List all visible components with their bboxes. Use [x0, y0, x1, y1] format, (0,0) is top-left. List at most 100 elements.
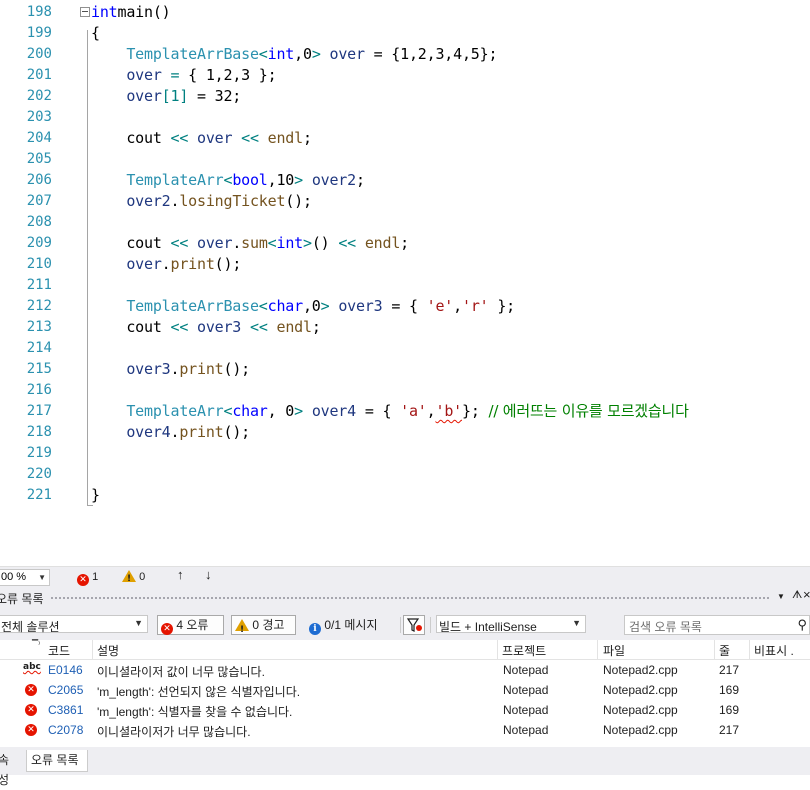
- code-token: .: [161, 255, 171, 273]
- next-issue-button[interactable]: ↓: [205, 568, 212, 582]
- tab-error-list[interactable]: 오류 목록: [26, 750, 88, 772]
- code-token: .: [170, 360, 180, 378]
- column-header-line[interactable]: 줄: [719, 642, 730, 659]
- code-line[interactable]: 199 {: [0, 23, 810, 44]
- line-number: 205: [26, 151, 52, 167]
- code-line[interactable]: 213 cout << over3 << endl;: [0, 317, 810, 338]
- code-line[interactable]: 202 over[1] = 32;: [0, 86, 810, 107]
- code-line[interactable]: 198 intmain(): [0, 2, 810, 23]
- table-row[interactable]: ✕ C2078 이니셜라이저가 너무 많습니다. Notepad Notepad2.cp…: [0, 720, 810, 740]
- column-header-project[interactable]: 프로젝트: [502, 642, 546, 659]
- code-token: ;: [400, 234, 410, 252]
- code-token: {: [91, 24, 100, 42]
- column-divider[interactable]: [714, 640, 715, 659]
- code-line[interactable]: 203: [0, 107, 810, 128]
- code-token: over: [126, 87, 162, 105]
- error-code-link[interactable]: E0146: [48, 663, 83, 677]
- column-divider[interactable]: [597, 640, 598, 659]
- code-editor[interactable]: 198 intmain() 199{200 TemplateArrBase<int,…: [0, 0, 810, 566]
- code-text: over3.print();: [91, 359, 250, 380]
- code-line[interactable]: 214: [0, 338, 810, 359]
- table-header: ▔⁾ 코드 설명 프로젝트 파일 줄 비표시 .: [0, 640, 810, 660]
- column-header-suppression[interactable]: 비표시 .: [754, 642, 794, 659]
- code-text: TemplateArr<char, 0> over4 = { 'a','b'};…: [91, 401, 689, 422]
- code-line[interactable]: 206 TemplateArr<bool,10> over2;: [0, 170, 810, 191]
- error-code-link[interactable]: C2065: [48, 683, 83, 697]
- code-text: TemplateArr<bool,10> over2;: [91, 170, 365, 191]
- code-line[interactable]: 212 TemplateArrBase<char,0> over3 = { 'e…: [0, 296, 810, 317]
- code-line[interactable]: 220: [0, 464, 810, 485]
- code-line[interactable]: 209 cout << over.sum<int>() << endl;: [0, 233, 810, 254]
- error-file: Notepad2.cpp: [603, 683, 678, 697]
- error-project: Notepad: [503, 663, 549, 677]
- code-line[interactable]: 221}: [0, 485, 810, 506]
- code-line[interactable]: 207 over2.losingTicket();: [0, 191, 810, 212]
- code-line[interactable]: 215 over3.print();: [0, 359, 810, 380]
- code-token: over: [126, 66, 162, 84]
- window-menu-icon[interactable]: ▼: [777, 592, 785, 601]
- code-token: endl: [356, 234, 401, 252]
- code-line[interactable]: 210 over.print();: [0, 254, 810, 275]
- drag-grip[interactable]: [50, 596, 770, 600]
- pin-icon[interactable]: ᗑ: [792, 589, 802, 602]
- code-line[interactable]: 201 over = { 1,2,3 };: [0, 65, 810, 86]
- column-divider[interactable]: [497, 640, 498, 659]
- code-token: over4: [302, 402, 356, 420]
- zoom-value: 00 %: [1, 571, 27, 583]
- table-row[interactable]: abc E0146 이니셜라이저 값이 너무 많습니다. Notepad Notepad…: [0, 660, 810, 680]
- column-divider[interactable]: [749, 640, 750, 659]
- warnings-filter-button[interactable]: ! 0 경고: [231, 615, 296, 635]
- build-source-dropdown[interactable]: 빌드 + IntelliSense ▼: [436, 615, 586, 634]
- code-line[interactable]: 205: [0, 149, 810, 170]
- table-row[interactable]: ✕ C2065 'm_length': 선언되지 않은 식별자입니다. Notepad…: [0, 680, 810, 700]
- scope-value: 전체 솔루션: [1, 620, 60, 634]
- line-number: 216: [26, 382, 52, 398]
- line-number: 214: [26, 340, 52, 356]
- column-divider[interactable]: [92, 640, 93, 659]
- line-number: 206: [26, 172, 52, 188]
- error-code-link[interactable]: C2078: [48, 723, 83, 737]
- code-token: TemplateArr: [126, 402, 224, 420]
- zoom-combo[interactable]: 00 % ▼: [0, 569, 50, 586]
- code-line[interactable]: 219: [0, 443, 810, 464]
- code-line[interactable]: 216: [0, 380, 810, 401]
- filter-button[interactable]: [403, 615, 425, 635]
- code-token: endl: [267, 318, 312, 336]
- code-line[interactable]: 200 TemplateArrBase<int,0> over = {1,2,3…: [0, 44, 810, 65]
- code-token: <<: [338, 234, 357, 252]
- warning-count-indicator[interactable]: ! 0: [122, 570, 145, 584]
- search-placeholder: 검색 오류 목록: [629, 620, 702, 634]
- error-count-indicator[interactable]: ✕ 1: [77, 570, 98, 586]
- code-token: TemplateArrBase: [126, 297, 259, 315]
- code-token: int: [276, 234, 304, 252]
- table-row[interactable]: ✕ C3861 'm_length': 식별자를 찾을 수 없습니다. Notepad…: [0, 700, 810, 720]
- tab-label: 오류 목록: [31, 753, 79, 767]
- errors-filter-button[interactable]: ✕ 4 오류: [157, 615, 224, 635]
- tab-properties[interactable]: 속성: [0, 750, 22, 787]
- code-token: over: [188, 234, 233, 252]
- error-icon: ✕: [25, 684, 37, 696]
- close-icon[interactable]: ×: [803, 587, 810, 602]
- code-token: over4: [126, 423, 171, 441]
- code-line[interactable]: 217 TemplateArr<char, 0> over4 = { 'a','…: [0, 401, 810, 422]
- column-header-description[interactable]: 설명: [97, 642, 119, 659]
- intellisense-error-icon: abc: [23, 662, 41, 672]
- column-header-code[interactable]: 코드: [48, 642, 70, 659]
- previous-issue-button[interactable]: ↑: [177, 568, 184, 582]
- error-search-box[interactable]: 검색 오류 목록 ⚲: [624, 615, 810, 635]
- error-project: Notepad: [503, 703, 549, 717]
- code-line[interactable]: 204 cout << over << endl;: [0, 128, 810, 149]
- code-line[interactable]: 218 over4.print();: [0, 422, 810, 443]
- code-line[interactable]: 211: [0, 275, 810, 296]
- error-code-link[interactable]: C3861: [48, 703, 83, 717]
- code-token: over2: [302, 171, 356, 189]
- code-line[interactable]: 208: [0, 212, 810, 233]
- messages-filter-button[interactable]: i 0/1 메시지: [305, 615, 395, 635]
- editor-status-bar: 00 % ▼ ✕ 1 ! 0 ↑ ↓: [0, 566, 810, 587]
- column-header-file[interactable]: 파일: [603, 642, 625, 659]
- line-number: 203: [26, 109, 52, 125]
- scope-dropdown[interactable]: 전체 솔루션 ▼: [0, 615, 148, 634]
- code-token: print: [179, 360, 224, 378]
- error-line: 217: [719, 723, 740, 737]
